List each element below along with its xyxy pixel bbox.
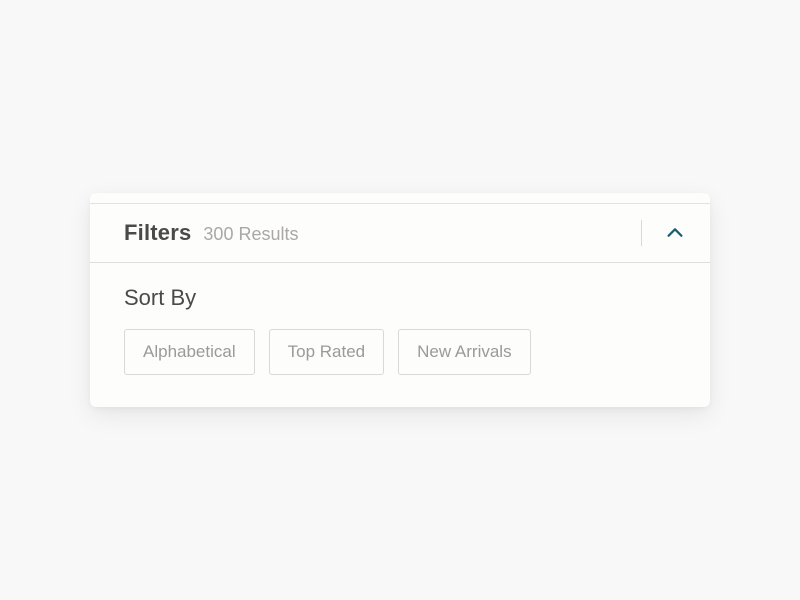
collapse-toggle[interactable] xyxy=(660,218,690,248)
header-right xyxy=(641,218,690,248)
results-count: 300 Results xyxy=(203,224,298,245)
header-divider xyxy=(641,220,642,246)
sort-options: Alphabetical Top Rated New Arrivals xyxy=(124,329,676,375)
chevron-up-icon xyxy=(664,222,686,244)
sort-by-label: Sort By xyxy=(124,285,676,311)
sort-option-new-arrivals[interactable]: New Arrivals xyxy=(398,329,530,375)
sort-option-top-rated[interactable]: Top Rated xyxy=(269,329,385,375)
header-left: Filters 300 Results xyxy=(124,220,298,246)
filters-body: Sort By Alphabetical Top Rated New Arriv… xyxy=(90,263,710,407)
filters-panel: Filters 300 Results Sort By Alphabetical… xyxy=(90,193,710,407)
filters-header: Filters 300 Results xyxy=(90,203,710,263)
sort-option-alphabetical[interactable]: Alphabetical xyxy=(124,329,255,375)
filters-title: Filters xyxy=(124,220,191,246)
